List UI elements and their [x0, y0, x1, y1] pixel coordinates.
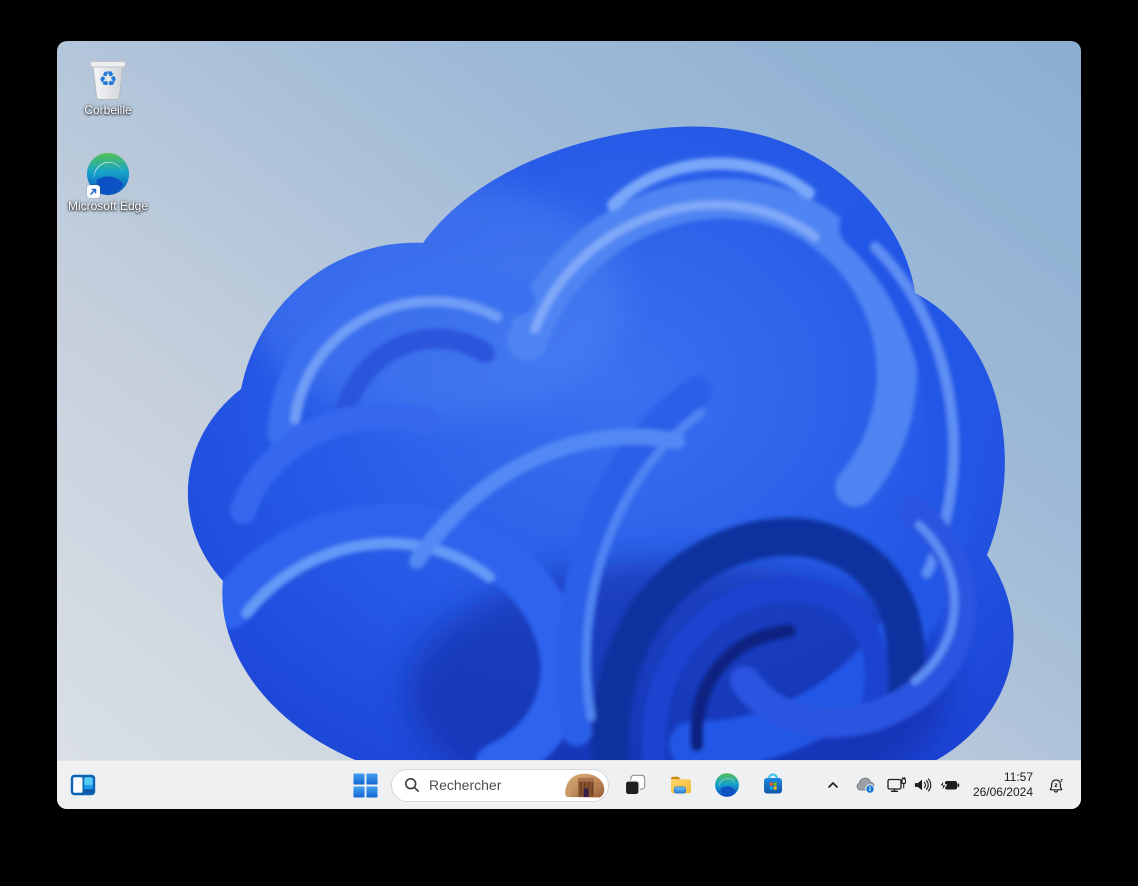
- recycle-bin-icon: ♻: [86, 51, 130, 101]
- onedrive-tray-button[interactable]: [850, 765, 880, 805]
- desktop-icon-recycle-bin[interactable]: ♻ Corbeille: [61, 51, 155, 117]
- edge-taskbar-button[interactable]: [707, 765, 747, 805]
- edge-logo-icon: [85, 147, 131, 198]
- windows-start-icon: [352, 772, 378, 798]
- svg-text:z: z: [1054, 782, 1058, 789]
- desktop-icon-label: Corbeille: [84, 103, 132, 117]
- chevron-up-icon: [828, 782, 838, 788]
- task-view-button[interactable]: [615, 765, 655, 805]
- do-not-disturb-bell-icon: z z: [1049, 778, 1063, 793]
- windows-desktop: ♻ Corbeille Microsoft Edge Rechercher 11…: [57, 41, 1081, 809]
- taskbar: Rechercher 11:57 26/06/2024 z z: [57, 760, 1081, 809]
- file-explorer-icon: [671, 776, 691, 794]
- shortcut-arrow-icon: [87, 185, 100, 198]
- microsoft-store-icon: [764, 773, 782, 794]
- widgets-icon: [70, 774, 96, 796]
- desktop-icon-label: Microsoft Edge: [67, 199, 149, 213]
- file-explorer-button[interactable]: [661, 765, 701, 805]
- search-placeholder-text: Rechercher: [429, 777, 502, 793]
- widgets-button[interactable]: [63, 765, 103, 805]
- desktop-icon-microsoft-edge[interactable]: Microsoft Edge: [61, 147, 155, 213]
- microsoft-store-button[interactable]: [753, 765, 793, 805]
- clock-time: 11:57: [1003, 770, 1033, 784]
- svg-text:z: z: [1060, 778, 1063, 783]
- task-view-icon: [624, 774, 646, 796]
- system-tray-status-button[interactable]: [882, 765, 965, 805]
- bloom-wallpaper-graphic: [187, 126, 1014, 805]
- edge-logo-icon: [714, 772, 740, 798]
- search-icon: [404, 777, 419, 792]
- clock-date: 26/06/2024: [972, 785, 1033, 799]
- svg-text:♻: ♻: [99, 67, 118, 91]
- search-highlight-image[interactable]: [562, 771, 606, 800]
- onedrive-cloud-icon: [856, 777, 875, 794]
- taskbar-search-box[interactable]: Rechercher: [391, 768, 609, 802]
- volume-icon: [914, 778, 932, 792]
- vm-frame: ♻ Corbeille Microsoft Edge Rechercher 11…: [0, 0, 1138, 886]
- network-icon: [887, 776, 906, 792]
- desktop-wallpaper: [57, 41, 1081, 809]
- clock[interactable]: 11:57 26/06/2024: [967, 770, 1039, 800]
- notification-center-button[interactable]: z z: [1041, 765, 1071, 805]
- show-hidden-icons-button[interactable]: [818, 765, 848, 805]
- start-button[interactable]: [345, 765, 385, 805]
- battery-charging-icon: [938, 778, 960, 792]
